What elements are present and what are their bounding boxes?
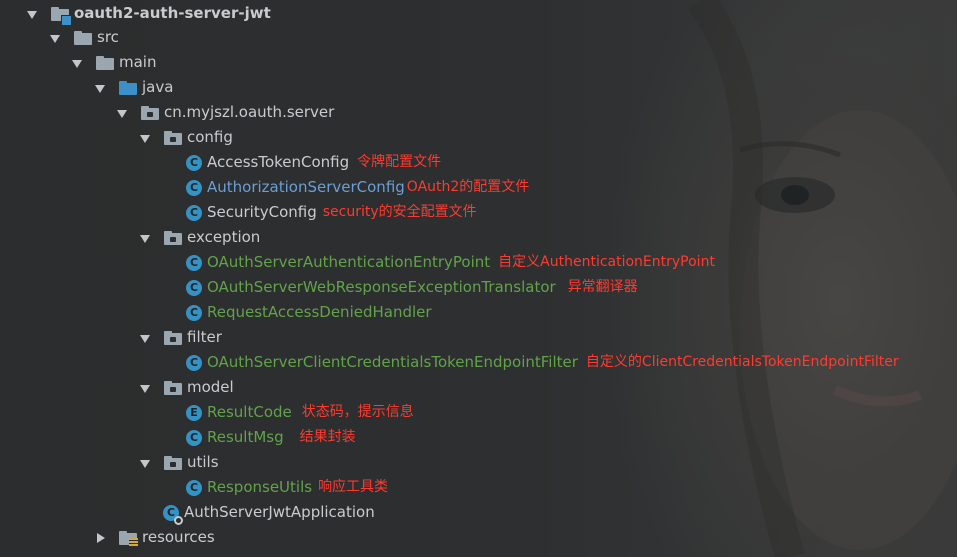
annotation-note: 令牌配置文件 (357, 154, 442, 170)
package-icon (164, 380, 182, 395)
package-icon (164, 330, 182, 345)
tree-leaf-entrypoint[interactable]: C OAuthServerAuthenticationEntryPoint 自定… (186, 250, 715, 275)
class-name: AuthorizationServerConfig (207, 178, 405, 196)
class-icon: C (186, 354, 202, 371)
tree-node-root[interactable]: oauth2-auth-server-jwt (27, 1, 271, 26)
tree-node-main[interactable]: main (72, 50, 156, 75)
source-folder-icon (119, 80, 137, 95)
class-icon: C (186, 254, 202, 271)
package-icon (164, 230, 182, 245)
tree-node-filter[interactable]: filter (140, 325, 222, 350)
tree-node-model[interactable]: model (140, 375, 234, 400)
class-icon: C (186, 304, 202, 321)
tree-leaf-authorizationserverconfig[interactable]: C AuthorizationServerConfig OAuth2的配置文件 (186, 175, 529, 200)
tree-leaf-clientcredentialsfilter[interactable]: C OAuthServerClientCredentialsTokenEndpo… (186, 350, 899, 375)
annotation-note: 结果封装 (299, 429, 356, 445)
tree-node-config[interactable]: config (140, 125, 233, 150)
tree-leaf-application[interactable]: C AuthServerJwtApplication (163, 500, 375, 525)
annotation-note: 自定义AuthenticationEntryPoint (498, 254, 715, 270)
annotation-note: 响应工具类 (318, 479, 389, 495)
class-icon: C (186, 279, 202, 296)
tree-node-label: main (119, 53, 157, 71)
class-name: AuthServerJwtApplication (184, 503, 375, 521)
chevron-down-icon[interactable] (140, 383, 150, 393)
chevron-down-icon[interactable] (50, 33, 60, 43)
chevron-down-icon[interactable] (140, 458, 150, 468)
tree-leaf-resultmsg[interactable]: C ResultMsg 结果封装 (186, 425, 356, 450)
tree-node-label: model (187, 378, 234, 396)
tree-node-src[interactable]: src (50, 25, 119, 50)
class-icon: C (186, 204, 202, 221)
folder-icon (74, 30, 92, 45)
tree-leaf-accesstokenconfig[interactable]: C AccessTokenConfig 令牌配置文件 (186, 150, 441, 175)
class-icon: C (186, 429, 202, 446)
tree-node-exception[interactable]: exception (140, 225, 260, 250)
tree-leaf-resultcode[interactable]: E ResultCode 状态码，提示信息 (186, 400, 414, 425)
chevron-down-icon[interactable] (117, 108, 127, 118)
enum-icon: E (186, 404, 202, 421)
tree-node-package[interactable]: cn.myjszl.oauth.server (117, 100, 334, 125)
tree-node-java[interactable]: java (95, 75, 173, 100)
class-name: OAuthServerAuthenticationEntryPoint (207, 253, 491, 271)
tree-node-label: src (97, 28, 119, 46)
class-icon: C (186, 479, 202, 496)
chevron-down-icon[interactable] (140, 133, 150, 143)
tree-leaf-responseutils[interactable]: C ResponseUtils 响应工具类 (186, 475, 388, 500)
tree-node-utils[interactable]: utils (140, 450, 219, 475)
folder-icon (96, 55, 114, 70)
chevron-right-icon[interactable] (95, 532, 105, 543)
package-icon (164, 130, 182, 145)
tree-node-label: java (142, 78, 174, 96)
spring-boot-app-icon: C (163, 504, 183, 525)
package-icon (141, 105, 159, 120)
class-icon: C (186, 179, 202, 196)
tree-node-label: filter (187, 328, 222, 346)
tree-node-label: utils (187, 453, 219, 471)
resources-folder-icon (119, 530, 138, 547)
annotation-note: 异常翻译器 (567, 279, 638, 295)
tree-node-label: config (187, 128, 233, 146)
tree-leaf-exceptiontranslator[interactable]: C OAuthServerWebResponseExceptionTransla… (186, 275, 638, 300)
tree-leaf-accessdeniedhandler[interactable]: C RequestAccessDeniedHandler (186, 300, 432, 325)
tree-node-label: exception (187, 228, 261, 246)
class-name: AccessTokenConfig (207, 153, 350, 171)
chevron-down-icon[interactable] (72, 58, 82, 68)
package-icon (164, 455, 182, 470)
class-name: ResultCode (207, 403, 292, 421)
chevron-down-icon[interactable] (95, 83, 105, 93)
annotation-note: security的安全配置文件 (322, 204, 477, 220)
tree-node-label: oauth2-auth-server-jwt (74, 4, 271, 22)
tree-node-label: cn.myjszl.oauth.server (164, 103, 335, 121)
annotation-note: 自定义的ClientCredentialsTokenEndpointFilter (585, 354, 899, 370)
class-icon: C (186, 154, 202, 171)
class-name: ResultMsg (207, 428, 284, 446)
class-name: ResponseUtils (207, 478, 313, 496)
annotation-note: OAuth2的配置文件 (406, 179, 530, 195)
chevron-down-icon[interactable] (27, 9, 37, 19)
chevron-down-icon[interactable] (140, 333, 150, 343)
class-name: SecurityConfig (207, 203, 317, 221)
module-folder-icon (51, 6, 72, 26)
project-tree: oauth2-auth-server-jwt src main java cn.… (0, 0, 957, 557)
annotation-note: 状态码，提示信息 (301, 404, 414, 420)
class-name: OAuthServerWebResponseExceptionTranslato… (207, 278, 556, 296)
class-name: OAuthServerClientCredentialsTokenEndpoin… (207, 353, 578, 371)
tree-node-resources[interactable]: resources (95, 525, 215, 550)
chevron-down-icon[interactable] (140, 233, 150, 243)
class-name: RequestAccessDeniedHandler (207, 303, 432, 321)
tree-leaf-securityconfig[interactable]: C SecurityConfig security的安全配置文件 (186, 200, 477, 225)
tree-node-label: resources (142, 528, 215, 546)
